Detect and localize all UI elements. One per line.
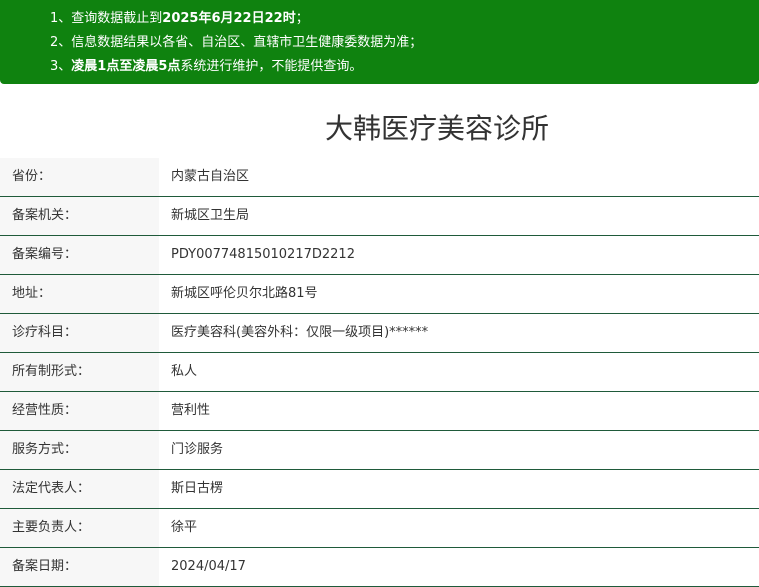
row-value: 私人 [171,364,198,379]
row-label: 备案日期： [0,548,159,586]
notice-line-1-prefix: 1、查询数据截止到 [50,11,163,26]
row-value: 门诊服务 [171,442,224,457]
row-value: 营利性 [171,403,211,418]
table-row-business-nature: 经营性质： 营利性 [0,392,759,431]
table-row-authority: 备案机关： 新城区卫生局 [0,197,759,236]
row-value: 新城区卫生局 [171,208,250,223]
table-row-service-type: 服务方式： 门诊服务 [0,431,759,470]
table-row-departments: 诊疗科目： 医疗美容科(美容外科：仅限一级项目)****** [0,314,759,353]
table-row-province: 省份： 内蒙古自治区 [0,158,759,197]
notice-line-3-prefix: 3、 [50,59,72,74]
row-label: 所有制形式： [0,353,159,391]
row-label: 备案机关： [0,197,159,235]
row-value: 内蒙古自治区 [171,169,250,184]
row-value: 医疗美容科(美容外科：仅限一级项目)****** [171,325,429,340]
row-label: 诊疗科目： [0,314,159,352]
table-row-record-date: 备案日期： 2024/04/17 [0,548,759,587]
row-label: 主要负责人： [0,509,159,547]
table-row-ownership: 所有制形式： 私人 [0,353,759,392]
row-value: PDY00774815010217D2212 [171,247,355,262]
row-label: 法定代表人： [0,470,159,508]
row-label: 备案编号： [0,236,159,274]
notice-line-1: 1、查询数据截止到2025年6月22日22时； [0,7,759,31]
table-row-address: 地址： 新城区呼伦贝尔北路81号 [0,275,759,314]
page-title: 大韩医疗美容诊所 [324,112,549,145]
table-row-principal: 主要负责人： 徐平 [0,509,759,548]
notice-line-1-date: 2025年6月22日22时 [162,11,296,26]
notice-line-2-text: 2、信息数据结果以各省、自治区、直辖市卫生健康委数据为准； [50,35,423,50]
row-value: 新城区呼伦贝尔北路81号 [171,286,318,301]
row-label: 服务方式： [0,431,159,469]
detail-table: 省份： 内蒙古自治区 备案机关： 新城区卫生局 备案编号： PDY0077481… [0,158,759,587]
notice-line-1-suffix: ； [295,11,309,26]
table-row-record-number: 备案编号： PDY00774815010217D2212 [0,236,759,275]
notice-line-2: 2、信息数据结果以各省、自治区、直辖市卫生健康委数据为准； [0,31,759,55]
row-value: 徐平 [171,520,198,535]
table-row-legal-rep: 法定代表人： 斯日古楞 [0,470,759,509]
row-value: 斯日古楞 [171,481,224,496]
row-label: 省份： [0,158,159,196]
notice-banner: 1、查询数据截止到2025年6月22日22时； 2、信息数据结果以各省、自治区、… [0,0,759,84]
notice-line-3-time: 凌晨1点至凌晨5点 [71,59,181,74]
row-value: 2024/04/17 [171,559,246,574]
notice-line-3-suffix: 系统进行维护，不能提供查询。 [180,59,363,74]
row-label: 经营性质： [0,392,159,430]
notice-line-3: 3、凌晨1点至凌晨5点系统进行维护，不能提供查询。 [0,55,759,79]
row-label: 地址： [0,275,159,313]
